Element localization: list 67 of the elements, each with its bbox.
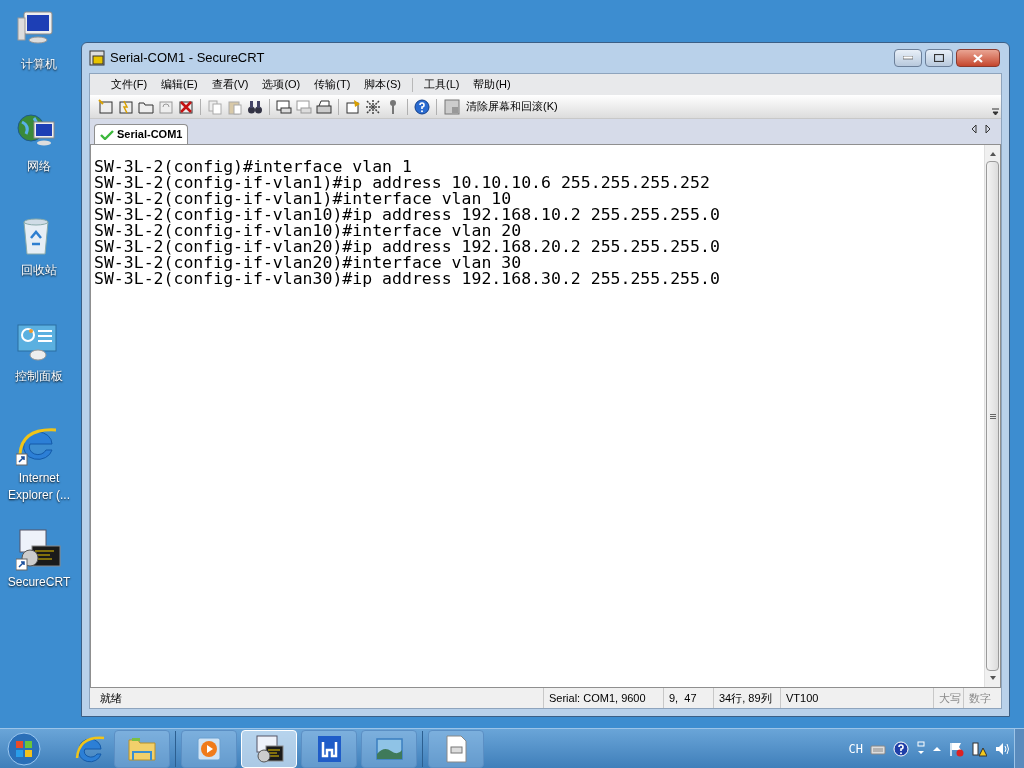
checkmark-icon: [100, 129, 114, 140]
close-button[interactable]: [956, 49, 1000, 67]
print-selection-icon: [296, 98, 312, 115]
menu-item[interactable]: 查看(V): [204, 76, 256, 93]
maximize-button[interactable]: [925, 49, 953, 67]
session-tab[interactable]: Serial-COM1: [94, 124, 189, 144]
print-screen-icon: [276, 98, 292, 115]
minimize-button[interactable]: [894, 49, 922, 67]
status-pane: 34行, 89列: [713, 688, 780, 708]
terminal-line: SW-3L-2(config)#interface vlan 1: [94, 159, 413, 175]
help-icon: [414, 98, 430, 115]
scroll-left-icon[interactable]: [971, 124, 977, 134]
help-icon: [893, 740, 909, 757]
status-pane: VT100: [780, 688, 933, 708]
clear-screen-button[interactable]: 清除屏幕和回滚(K): [444, 98, 558, 115]
minimize-icon: [903, 56, 913, 60]
taskbar-button[interactable]: [301, 729, 357, 768]
paste-icon: [227, 98, 243, 115]
global-options-icon: [365, 98, 381, 115]
connect-icon: [98, 98, 114, 115]
quick-connect-icon: [118, 98, 134, 115]
app-icon: [89, 50, 105, 66]
status-pane: 9, 47: [663, 688, 713, 708]
scrollbar[interactable]: [984, 145, 1000, 687]
screen-icon: [444, 98, 460, 115]
terminal-shortcut-icon: [16, 528, 62, 572]
terminal-line: SW-3L-2(config-if-vlan30)#ip address 192.168.30.2 255.255.255.0: [94, 271, 721, 287]
terminal-line: SW-3L-2(config-if-vlan10)#interface vlan 20: [94, 223, 523, 239]
menu-item[interactable]: 帮助(H): [466, 76, 518, 93]
menu-item[interactable]: 传输(T): [307, 76, 358, 93]
grip-icon: [989, 413, 996, 419]
printer-icon: [316, 98, 332, 115]
scroll-right-icon[interactable]: [985, 124, 991, 134]
reconnect-icon: [158, 98, 174, 115]
desktop-icon-label[interactable]: 网络: [25, 158, 53, 175]
window-title: Serial-COM1 - SecureCRT: [110, 49, 265, 68]
options-icon: [916, 740, 926, 757]
desktop-icon-label[interactable]: Internet Explorer (...: [0, 470, 78, 504]
disconnect-icon: [178, 98, 194, 115]
menu-item[interactable]: 选项(O): [255, 76, 308, 93]
menu-item[interactable]: 脚本(S): [357, 76, 408, 93]
desktop-icon-label[interactable]: 计算机: [19, 56, 59, 73]
restore-icon: [934, 54, 944, 62]
status-message: 就绪: [99, 690, 123, 706]
terminal-line: SW-3L-2(config-if-vlan10)#ip address 192.168.10.2 255.255.255.0: [94, 207, 721, 223]
scrollbar-thumb[interactable]: [986, 161, 999, 671]
menu-item[interactable]: 工具(L): [417, 76, 467, 93]
show-hidden-icons-icon: [933, 746, 941, 751]
close-icon: [973, 53, 983, 63]
terminal-icon: [254, 733, 284, 764]
menu-item[interactable]: 文件(F): [104, 76, 155, 93]
binoculars-icon: [247, 98, 263, 115]
status-pane: Serial: COM1, 9600: [543, 688, 663, 708]
desktop-icon-label[interactable]: SecureCRT: [5, 574, 73, 591]
menu-item[interactable]: 编辑(E): [154, 76, 205, 93]
terminal-line: SW-3L-2(config-if-vlan20)#interface vlan 30: [94, 255, 523, 271]
session-options-icon: [345, 98, 361, 115]
terminal-line: SW-3L-2(config-if-vlan20)#ip address 192.168.20.2 255.255.255.0: [94, 239, 721, 255]
status-pane: 大写: [933, 688, 963, 708]
show-desktop-button[interactable]: [1014, 728, 1024, 768]
terminal-line: SW-3L-2(config-if-vlan1)#interface vlan 10: [94, 191, 513, 207]
network-warning-icon: [971, 740, 987, 757]
status-pane: 数字: [963, 688, 1001, 708]
terminal-line: SW-3L-2(config-if-vlan1)#ip address 10.10.10.6 255.255.255.252: [94, 175, 711, 191]
flag-icon: [948, 740, 964, 757]
toolbar-overflow-icon: [992, 108, 999, 116]
copy-icon: [207, 98, 223, 115]
